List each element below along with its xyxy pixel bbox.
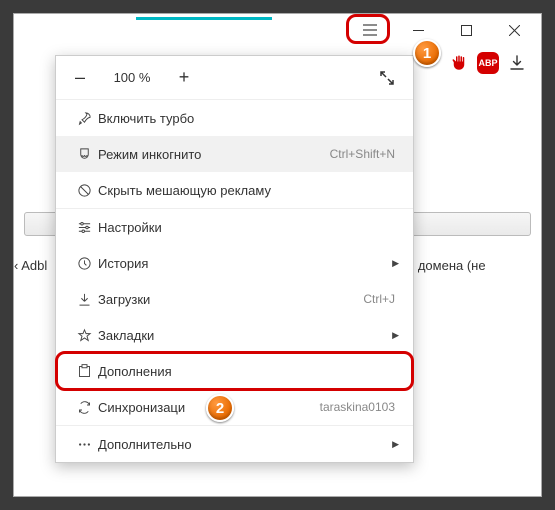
window-titlebar xyxy=(14,14,541,46)
sliders-icon xyxy=(70,220,98,235)
menu-label: Дополнительно xyxy=(98,437,392,452)
menu-shortcut: Ctrl+J xyxy=(363,292,395,306)
maximize-button[interactable] xyxy=(443,15,489,45)
page-text-right: е домена (не xyxy=(407,258,486,273)
fullscreen-icon xyxy=(380,71,394,85)
download-icon xyxy=(509,55,525,71)
close-icon xyxy=(509,25,520,36)
fullscreen-button[interactable] xyxy=(375,66,399,90)
active-tab-indicator xyxy=(136,17,272,20)
menu-item-bookmarks[interactable]: Закладки ▶ xyxy=(56,317,413,353)
menu-label: Настройки xyxy=(98,220,399,235)
block-icon xyxy=(70,183,98,198)
history-icon xyxy=(70,256,98,271)
hand-stop-icon[interactable] xyxy=(447,51,471,75)
menu-label: Скрыть мешающую рекламу xyxy=(98,183,399,198)
menu-item-turbo[interactable]: Включить турбо xyxy=(56,100,413,136)
abp-badge[interactable]: ABP xyxy=(477,52,499,74)
menu-item-settings[interactable]: Настройки xyxy=(56,209,413,245)
menu-item-addons[interactable]: Дополнения xyxy=(56,353,413,389)
menu-item-sync[interactable]: Синхронизаци taraskina0103 xyxy=(56,389,413,425)
menu-label: Дополнения xyxy=(98,364,399,379)
chevron-right-icon: ▶ xyxy=(392,330,399,341)
sync-icon xyxy=(70,400,98,415)
menu-label: Режим инкогнито xyxy=(98,147,330,162)
callout-badge-2: 2 xyxy=(206,394,234,422)
close-button[interactable] xyxy=(491,15,537,45)
hand-icon xyxy=(450,54,468,72)
callout-ring-1 xyxy=(346,14,390,44)
browser-window: ABP ‹ Adbl е домена (не – 100 % + Включи… xyxy=(13,13,542,497)
menu-label: Закладки xyxy=(98,328,392,343)
ellipsis-icon xyxy=(70,437,98,452)
zoom-row: – 100 % + xyxy=(56,56,413,100)
zoom-out-button[interactable]: – xyxy=(70,67,90,88)
download-indicator[interactable] xyxy=(505,51,529,75)
menu-shortcut: Ctrl+Shift+N xyxy=(330,147,395,161)
sync-username: taraskina0103 xyxy=(320,400,395,414)
addon-icon xyxy=(70,364,98,379)
chevron-right-icon: ▶ xyxy=(392,439,399,450)
menu-label: История xyxy=(98,256,392,271)
minimize-icon xyxy=(413,25,424,36)
menu-item-more[interactable]: Дополнительно ▶ xyxy=(56,426,413,462)
incognito-icon xyxy=(70,147,98,162)
menu-label: Включить турбо xyxy=(98,111,399,126)
star-icon xyxy=(70,328,98,343)
menu-item-downloads[interactable]: Загрузки Ctrl+J xyxy=(56,281,413,317)
zoom-value: 100 % xyxy=(104,70,160,85)
menu-label: Загрузки xyxy=(98,292,363,307)
hamburger-menu-button[interactable] xyxy=(347,15,393,45)
rocket-icon xyxy=(70,111,98,126)
menu-item-hide-ads[interactable]: Скрыть мешающую рекламу xyxy=(56,172,413,208)
chevron-right-icon: ▶ xyxy=(392,258,399,269)
callout-badge-1: 1 xyxy=(413,39,441,67)
zoom-in-button[interactable]: + xyxy=(174,67,194,88)
maximize-icon xyxy=(461,25,472,36)
menu-item-history[interactable]: История ▶ xyxy=(56,245,413,281)
download-icon xyxy=(70,292,98,307)
page-text-left: ‹ Adbl xyxy=(14,258,47,273)
main-menu-dropdown: – 100 % + Включить турбо Режим инкогнито… xyxy=(55,55,414,463)
menu-item-incognito[interactable]: Режим инкогнито Ctrl+Shift+N xyxy=(56,136,413,172)
